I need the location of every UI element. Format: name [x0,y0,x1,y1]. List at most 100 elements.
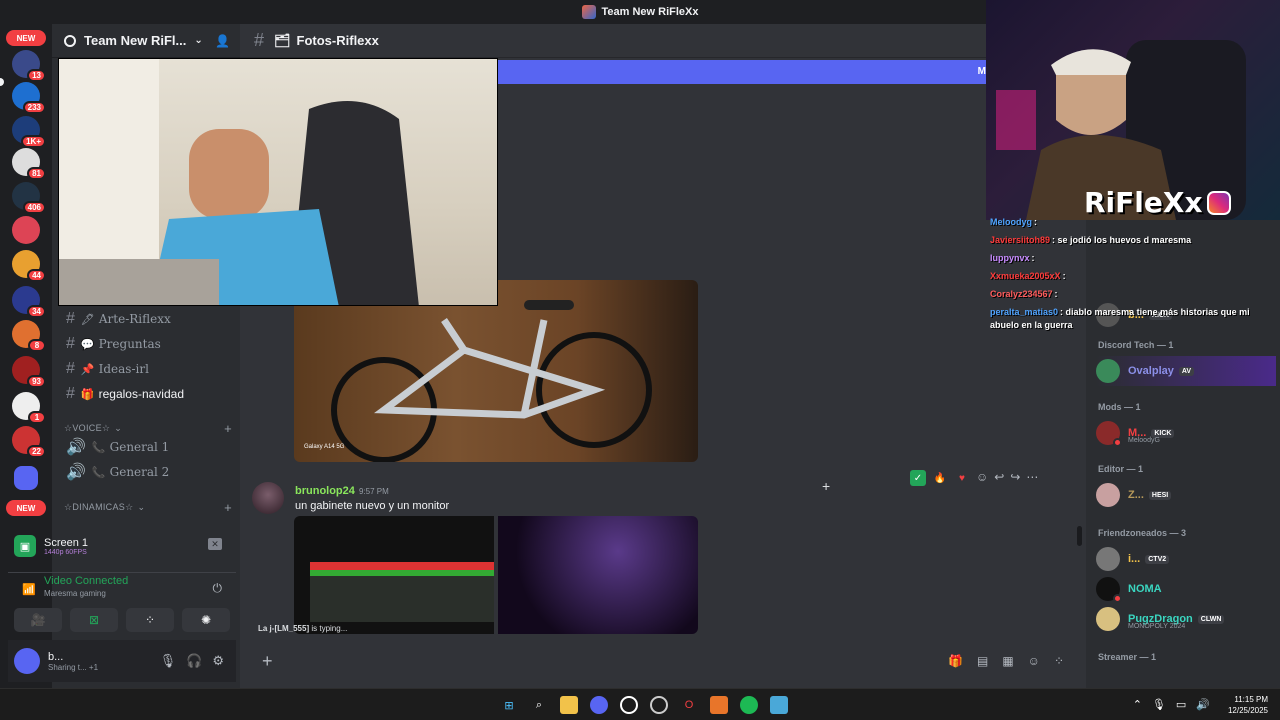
scrollbar[interactable] [1077,526,1082,546]
app-icon[interactable] [710,696,728,714]
mention-badge: 1 [28,411,46,424]
message-composer[interactable]: + 🎁 ▤ ▦ ☺ ⁘ [252,646,1076,676]
add-channel-icon[interactable]: + [224,421,232,436]
chat-user: peralta_matias0 [990,307,1059,317]
microphone-icon[interactable]: 🎙 [1152,698,1166,711]
pc-case-photo[interactable] [498,516,698,634]
folder-icon[interactable] [14,466,38,490]
chat-text: : se jodió los huevos d maresma [1052,235,1192,245]
server-icon[interactable]: 81 [12,148,46,180]
category-dinamicas[interactable]: ☆DINAMICAS☆ ⌄ + [64,500,232,515]
member-name: NOMA [1128,583,1162,595]
disconnect-icon[interactable]: ⏻ [213,581,223,596]
speaker-icon: 🔊 [66,464,86,481]
camera-button[interactable]: 🎥 [14,608,62,632]
member-friendzone[interactable]: i... CTV2 [1096,544,1276,574]
screen-share-icon: ▣ [14,535,36,557]
emoji-icon[interactable]: ☺ [1028,654,1040,668]
screenshare-panel[interactable]: ▣ Screen 1 1440p 60FPS ✕ [8,526,236,566]
new-unreads-pill[interactable]: NEW [6,30,46,46]
taskbar-clock[interactable]: 11:15 PM 12/25/2025 [1228,694,1268,716]
server-icon[interactable]: 22 [12,426,46,458]
instagram-icon [1207,191,1231,215]
search-icon[interactable]: ⌕ [530,696,548,714]
screenshare-title: Screen 1 [44,536,89,549]
activities-button[interactable]: ⁘ [126,608,174,632]
category-voice[interactable]: ☆VOICE☆ ⌄ + [64,421,232,436]
checkmark-icon[interactable]: ✓ [910,470,926,486]
member-friendzone[interactable]: NOMA [1096,574,1276,604]
gif-icon[interactable]: ▤ [977,654,988,668]
server-icon[interactable]: 34 [12,286,46,318]
avatar[interactable] [14,648,40,674]
sticker-icon[interactable]: ▦ [1002,654,1013,668]
spotify-icon[interactable] [740,696,758,714]
server-icon[interactable]: 406 [12,182,46,214]
server-icon[interactable]: 1 [12,392,46,424]
forward-icon[interactable]: ↪ [1010,470,1020,486]
server-icon[interactable] [12,216,40,244]
opera-icon[interactable]: O [680,696,698,714]
add-channel-icon[interactable]: + [224,500,232,515]
discord-icon[interactable] [590,696,608,714]
gift-icon[interactable]: 🎁 [948,654,963,668]
volume-icon[interactable]: 🔊 [1196,698,1210,711]
server-icon[interactable]: 233 [12,82,46,114]
share-screen-button[interactable]: ⊠ [70,608,118,632]
more-icon[interactable]: ⋯ [1026,470,1038,486]
windows-start-icon[interactable]: ⊞ [500,696,518,714]
message-author[interactable]: brunolop24 [295,485,355,497]
server-header[interactable]: Team New RiFl... ⌄ 👤 [52,24,240,58]
channel-regalos-navidad[interactable]: # 🎁 regalos-navidad [60,383,232,405]
attach-plus-icon[interactable]: + [262,651,273,672]
apps-icon[interactable]: ⁘ [1054,654,1064,668]
notepad-icon[interactable] [770,696,788,714]
channel-arte-riflexx[interactable]: # 🖋 Arte-Riflexx [60,308,232,330]
member-editor[interactable]: Z... HESI [1096,480,1276,510]
phone-icon: 📞 [91,465,106,479]
invite-people-icon[interactable]: 👤 [215,34,230,48]
server-icon[interactable]: 93 [12,356,46,388]
voice-channel-general-2[interactable]: 🔊 📞 General 2 [60,461,232,483]
channel-ideas-irl[interactable]: # 📌 Ideas-irl [60,358,232,380]
mention-badge: 44 [27,269,46,282]
fire-icon[interactable]: 🔥 [932,470,948,486]
chevron-up-icon[interactable]: ⌃ [1133,698,1142,711]
member-mod[interactable]: M... KICK MeloodyG [1096,418,1276,448]
server-icon[interactable]: 8 [12,320,46,352]
voice-channel-general-1[interactable]: 🔊 📞 General 1 [60,436,232,458]
monitor-photo[interactable] [294,516,494,634]
stream-chat-line: peralta_matias0: diablo maresma tiene má… [990,306,1274,332]
network-icon[interactable]: ▭ [1176,698,1186,711]
headphones-icon[interactable]: 🎧 [186,653,202,669]
new-messages-banner[interactable]: M [498,60,988,84]
server-icon[interactable]: 1K+ [12,116,46,148]
obs-icon[interactable] [620,696,638,714]
soundboard-button[interactable]: ✺ [182,608,230,632]
member-friendzone[interactable]: PugzDragon CLWN MONOPOLY 2024 [1096,604,1276,634]
browser-icon[interactable] [650,696,668,714]
voice-controls: 🎥 ⊠ ⁘ ✺ [14,608,230,632]
add-reaction-icon[interactable]: ☺ [976,470,988,486]
heart-icon[interactable]: ♥ [954,470,970,486]
stop-stream-icon[interactable]: ✕ [208,538,222,550]
file-explorer-icon[interactable] [560,696,578,714]
gear-icon[interactable]: ⚙ [212,653,224,669]
category-label: ☆DINAMICAS☆ [64,502,134,512]
new-unreads-pill[interactable]: NEW [6,500,46,516]
bike-photo[interactable]: Galaxy A14 5G [294,280,698,462]
member-ovalplay[interactable]: Ovalplay AV [1096,356,1276,386]
monitor-image [310,562,494,622]
signal-icon[interactable]: 📶 [22,583,36,596]
app-icon [581,5,596,19]
server-icon[interactable]: 44 [12,250,46,282]
chat-user: luppynvx [990,253,1030,263]
avatar [1096,359,1120,383]
hash-icon: # [66,360,75,377]
avatar[interactable] [252,482,284,514]
server-icon[interactable]: 13 [12,50,46,82]
microphone-icon[interactable]: 🎙 [160,653,177,669]
voice-channel-name[interactable]: Maresma gaming [44,589,236,598]
reply-icon[interactable]: ↩ [994,470,1004,486]
channel-preguntas[interactable]: # 💬 Preguntas [60,333,232,355]
